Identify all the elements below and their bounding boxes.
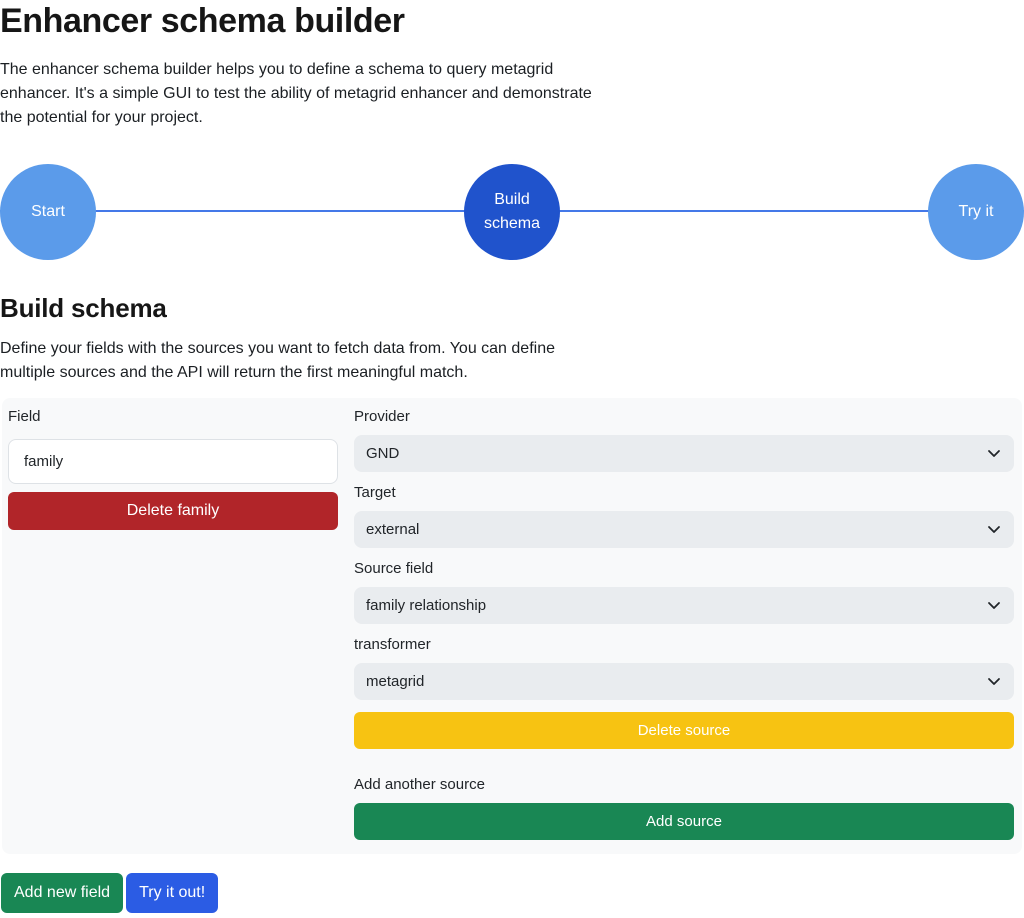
transformer-label: transformer — [354, 636, 1014, 654]
delete-field-button[interactable]: Delete family — [8, 492, 338, 530]
build-schema-description: Define your fields with the sources you … — [0, 337, 600, 385]
step-try-it-label: Try it — [959, 200, 994, 224]
page: Enhancer schema builder The enhancer sch… — [0, 2, 1024, 913]
step-try-it[interactable]: Try it — [928, 164, 1024, 260]
field-card: Field Delete family Provider GND Target … — [2, 398, 1022, 854]
field-name-input[interactable] — [8, 439, 338, 484]
target-select-value: external — [366, 521, 419, 538]
stepper: Start Build schema Try it — [0, 164, 1024, 260]
chevron-down-icon — [987, 601, 1001, 610]
source-column: Provider GND Target external Source fiel… — [354, 408, 1014, 840]
chevron-down-icon — [987, 525, 1001, 534]
intro-text: The enhancer schema builder helps you to… — [0, 58, 595, 130]
add-another-source-label: Add another source — [354, 776, 1014, 794]
chevron-down-icon — [987, 677, 1001, 686]
step-start-label: Start — [31, 200, 65, 224]
source-field-select[interactable]: family relationship — [354, 587, 1014, 624]
provider-select-value: GND — [366, 445, 399, 462]
target-select[interactable]: external — [354, 511, 1014, 548]
field-label: Field — [8, 408, 338, 426]
transformer-select-value: metagrid — [366, 673, 424, 690]
step-build-schema[interactable]: Build schema — [464, 164, 560, 260]
add-new-field-button[interactable]: Add new field — [1, 873, 123, 913]
step-start[interactable]: Start — [0, 164, 96, 260]
delete-source-button[interactable]: Delete source — [354, 712, 1014, 749]
build-schema-heading: Build schema — [0, 293, 1024, 324]
try-it-out-button[interactable]: Try it out! — [126, 873, 218, 913]
chevron-down-icon — [987, 449, 1001, 458]
target-label: Target — [354, 484, 1014, 502]
provider-label: Provider — [354, 408, 1014, 426]
field-column: Field Delete family — [8, 408, 338, 530]
provider-select[interactable]: GND — [354, 435, 1014, 472]
add-source-button[interactable]: Add source — [354, 803, 1014, 840]
page-title: Enhancer schema builder — [0, 2, 1024, 41]
step-build-schema-label: Build schema — [476, 188, 548, 236]
source-field-label: Source field — [354, 560, 1014, 578]
transformer-select[interactable]: metagrid — [354, 663, 1014, 700]
footer-actions: Add new field Try it out! — [1, 873, 1024, 913]
source-field-select-value: family relationship — [366, 597, 486, 614]
